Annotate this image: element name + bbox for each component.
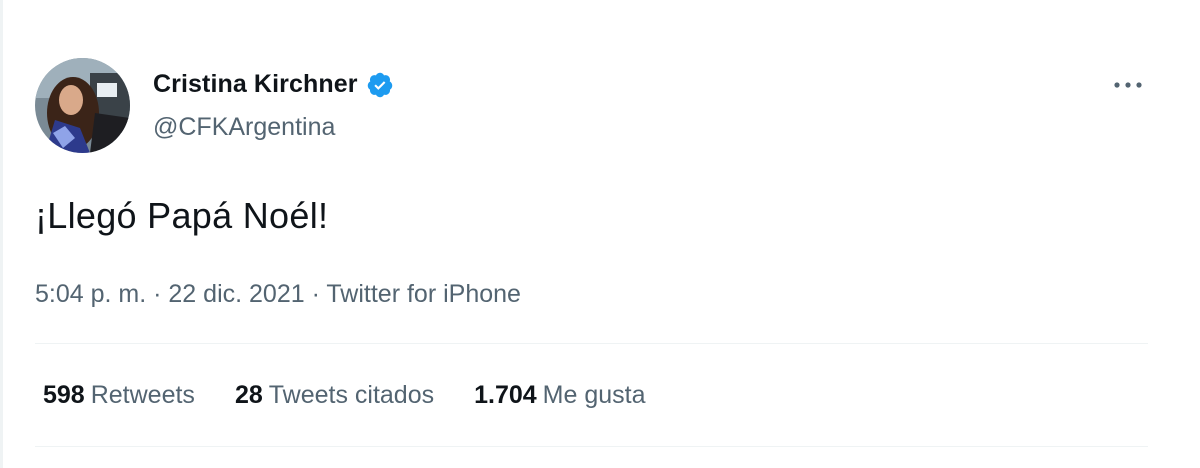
retweets-stat[interactable]: 598 Retweets	[43, 381, 195, 410]
retweets-label: Retweets	[90, 381, 195, 409]
likes-stat[interactable]: 1.704 Me gusta	[474, 381, 645, 410]
tweet-text: ¡Llegó Papá Noél!	[35, 195, 329, 236]
more-options-button[interactable]	[1108, 70, 1148, 100]
tweet-meta: 5:04 p. m. · 22 dic. 2021 · Twitter for …	[35, 280, 521, 309]
tweet-detail: Cristina Kirchner @CFKArgentina ¡Llegó P…	[0, 0, 1200, 468]
likes-count: 1.704	[474, 381, 537, 409]
tweet-source[interactable]: Twitter for iPhone	[326, 280, 521, 308]
meta-separator: ·	[153, 280, 162, 308]
quote-tweets-stat[interactable]: 28 Tweets citados	[235, 381, 434, 410]
retweets-count: 598	[43, 381, 85, 409]
author-handle[interactable]: @CFKArgentina	[153, 113, 335, 142]
avatar-image	[35, 58, 130, 153]
author-name-row: Cristina Kirchner	[153, 70, 394, 99]
quote-tweets-label: Tweets citados	[268, 381, 435, 409]
divider	[35, 343, 1148, 344]
quote-tweets-count: 28	[234, 381, 263, 409]
avatar[interactable]	[35, 58, 130, 153]
more-dots-icon	[1114, 82, 1142, 88]
tweet-time[interactable]: 5:04 p. m.	[35, 280, 146, 308]
engagement-stats: 598 Retweets 28 Tweets citados 1.704 Me gus…	[43, 381, 646, 410]
meta-separator: ·	[311, 280, 320, 308]
divider	[35, 446, 1148, 447]
likes-label: Me gusta	[542, 381, 646, 409]
author-display-name[interactable]: Cristina Kirchner	[153, 70, 358, 99]
verified-badge-icon	[366, 71, 394, 99]
left-border	[0, 0, 3, 468]
tweet-date[interactable]: 22 dic. 2021	[168, 280, 304, 308]
